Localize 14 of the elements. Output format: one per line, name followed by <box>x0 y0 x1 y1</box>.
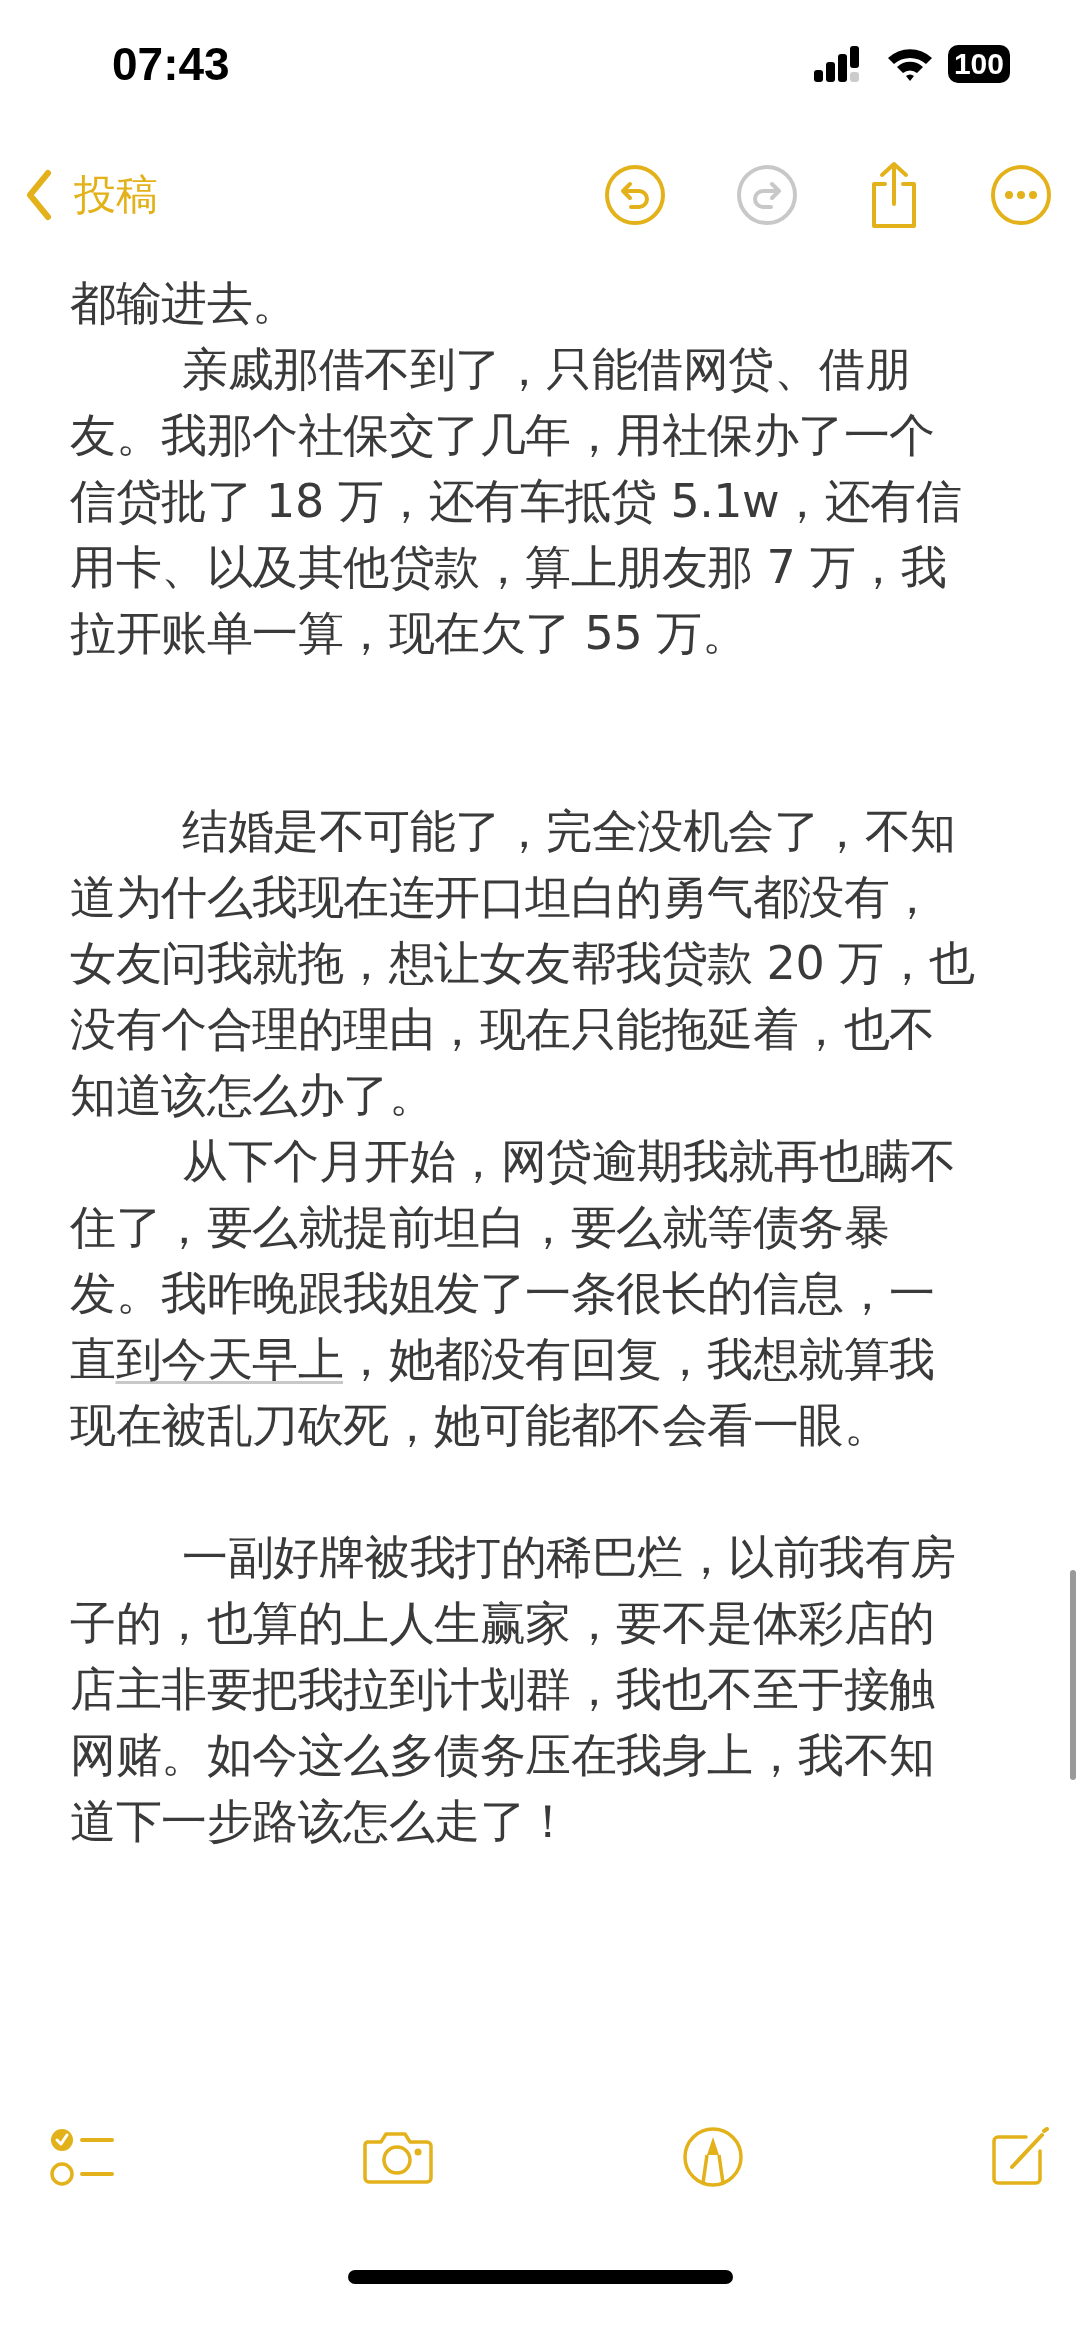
status-time: 07:43 <box>112 37 230 91</box>
pen-markup-icon[interactable] <box>680 2125 745 2189</box>
note-paragraph: 结婚是不可能了，完全没机会了，不知道为什么我现在连开口坦白的勇气都没有，女友问我就拖，想让女友帮我贷款 20 万，也没有个合理的理由，现在只能拖延着，也不知道该怎么办了。 <box>70 803 975 1124</box>
note-paragraph: 亲戚那借不到了，只能借网贷、借朋友。我那个社保交了几年，用社保办了一个信贷批了 18 万，还有车抵贷 5.1w，还有信用卡、以及其他贷款，算上朋友那 7 万，我拉开账单一算，现在欠了 55 万。 <box>70 341 963 662</box>
note-paragraph: 一副好牌被我打的稀巴烂，以前我有房子的，也算的上人生赢家，要不是体彩店的店主非要把我拉到计划群，我也不至于接触网赌。如今这么多债务压在我身上，我不知道下一步路该怎么走了！ <box>70 1529 957 1850</box>
note-paragraph: 都输进去。 <box>70 275 299 332</box>
chevron-left-icon <box>24 169 54 221</box>
back-button[interactable]: 投稿 <box>24 167 158 223</box>
more-icon[interactable] <box>990 164 1052 226</box>
note-paragraph: 从下个月开始，网贷逾期我就再也瞒不住了，要么就提前坦白，要么就等债务暴发。我昨晚跟我姐发了一条很长的信息，一直到今天早上，她都没有回复，我想就算我现在被乱刀砍死，她可能都不会看一眼。 <box>70 1133 957 1454</box>
checklist-icon[interactable] <box>50 2126 116 2188</box>
undo-icon[interactable] <box>604 164 666 226</box>
compose-icon[interactable] <box>990 2127 1050 2187</box>
battery-level: 100 <box>947 45 1010 83</box>
